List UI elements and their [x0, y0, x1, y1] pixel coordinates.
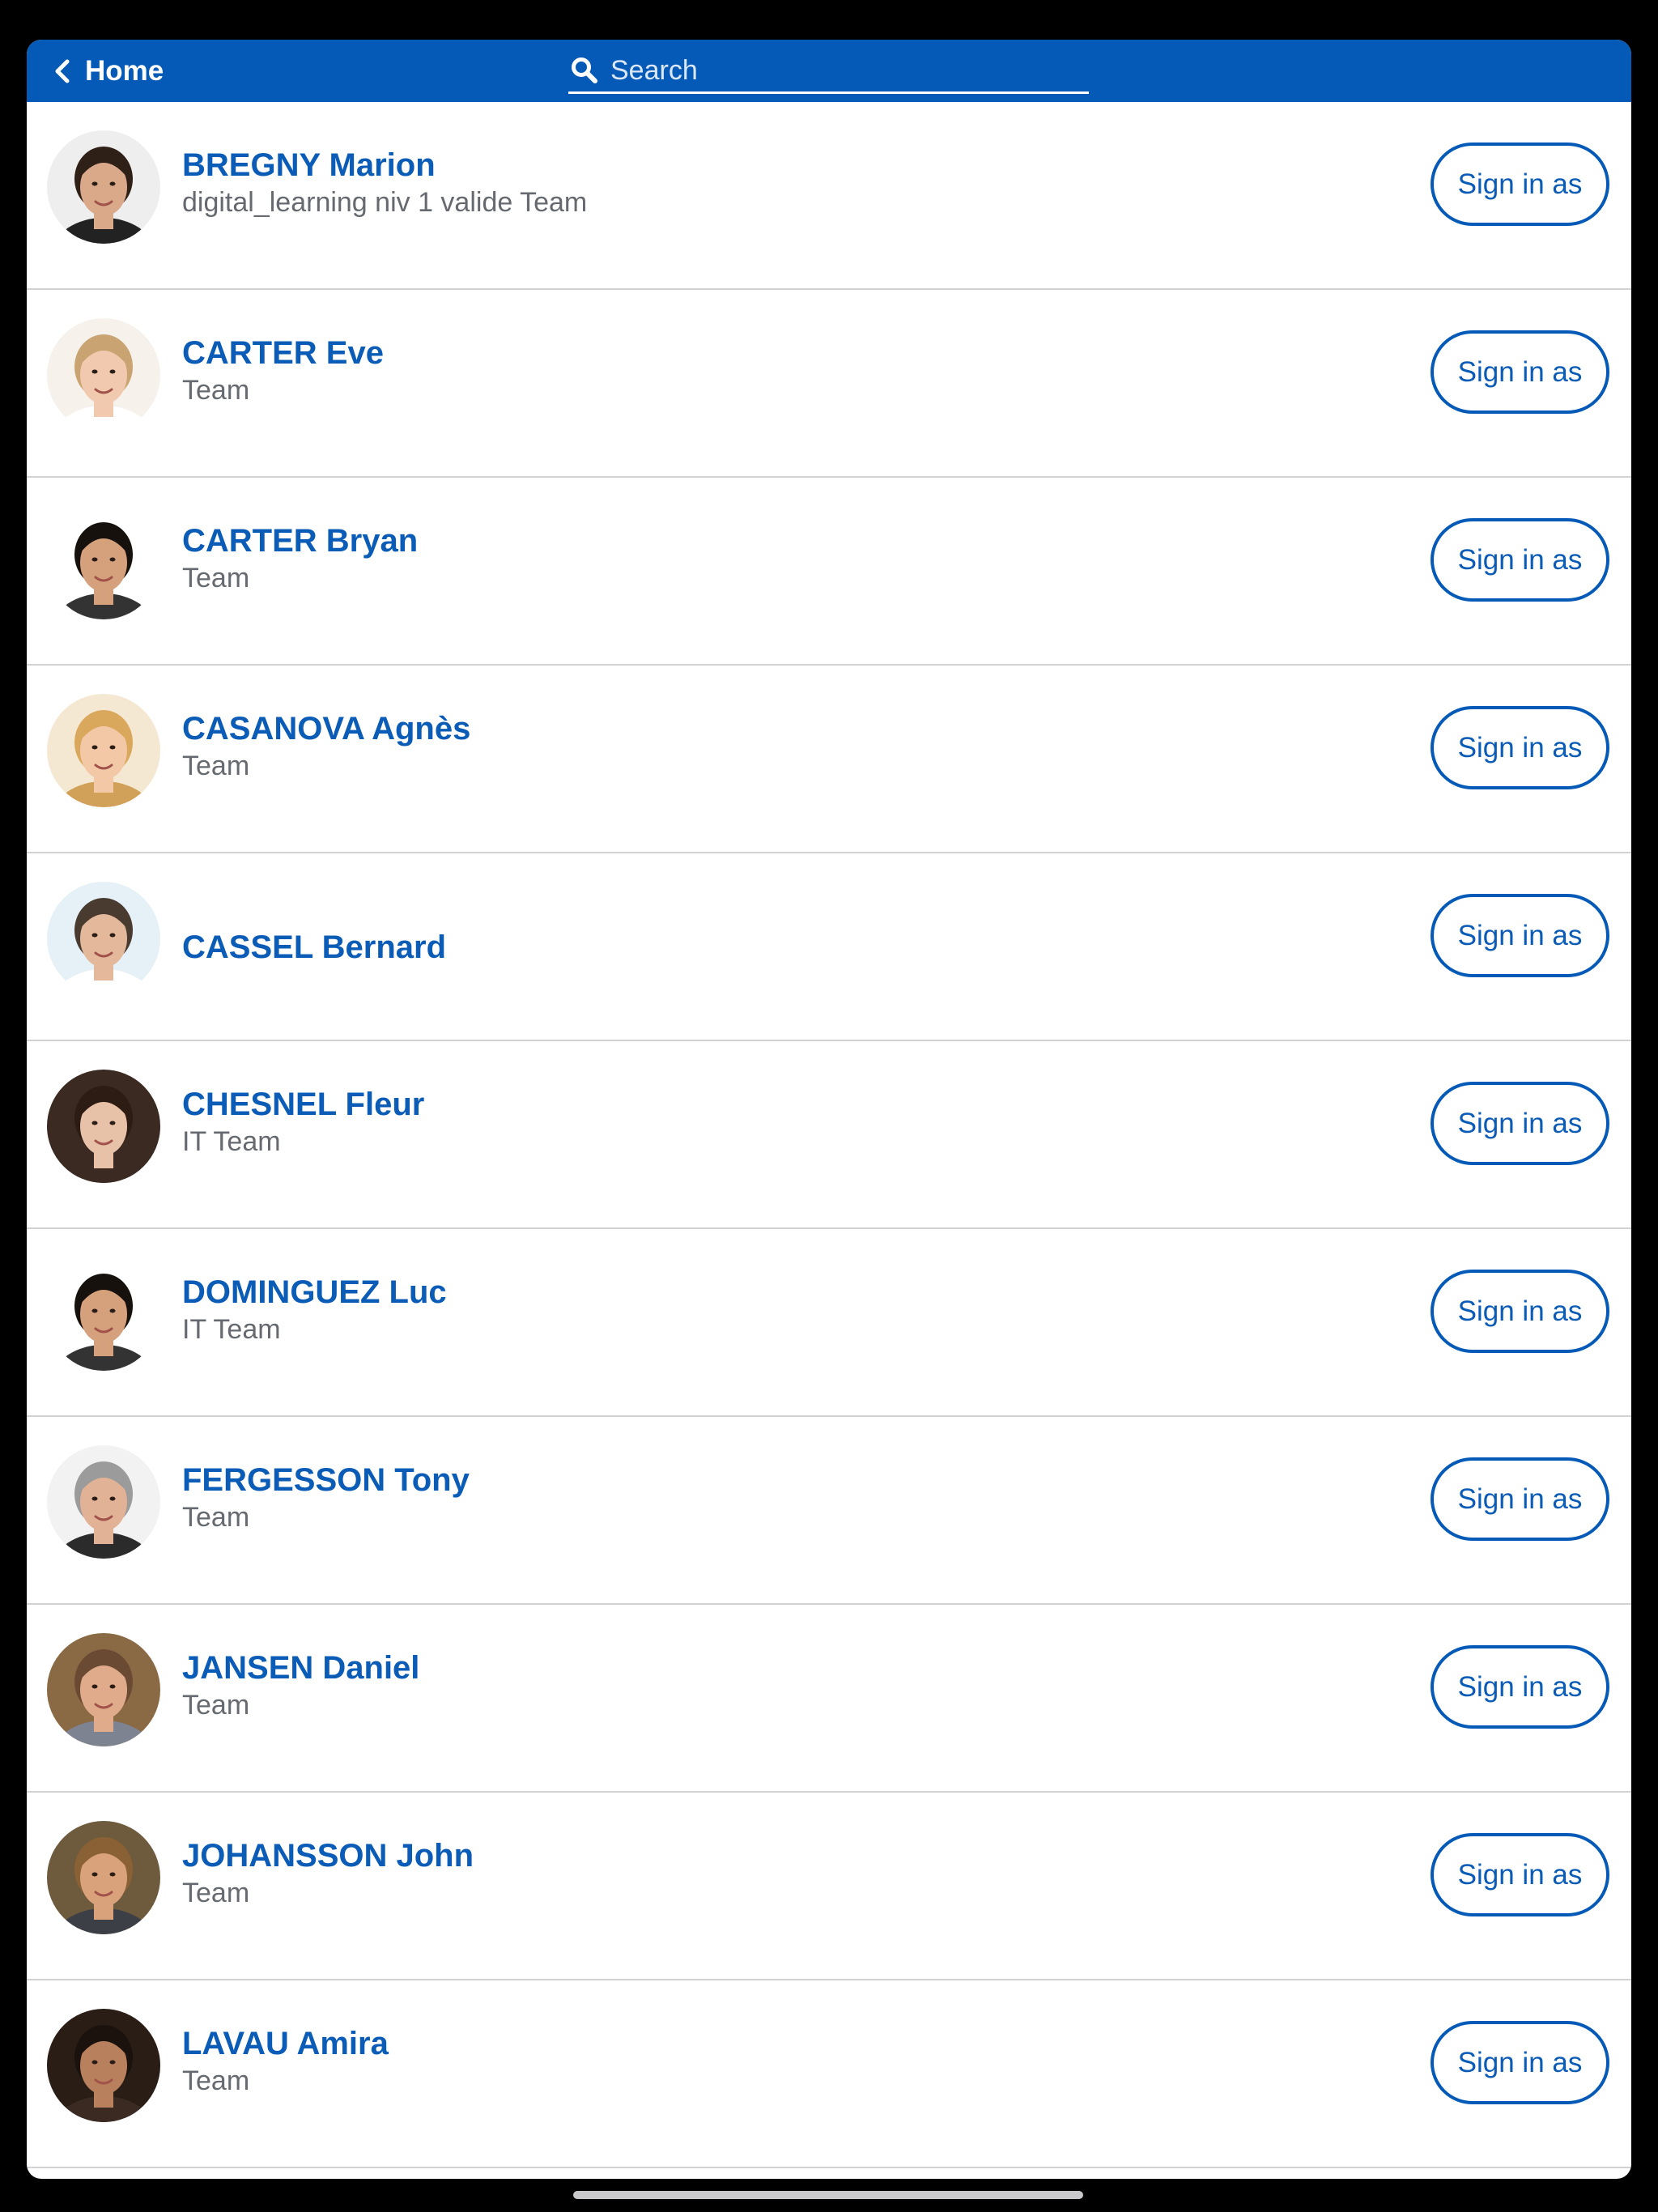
avatar [47, 130, 160, 244]
back-button-label: Home [85, 54, 164, 87]
user-info: BREGNY Marion digital_learning niv 1 vali… [182, 89, 587, 277]
app-screen: Home BREGNY Marion digital_learning niv 1… [27, 40, 1631, 2179]
avatar [47, 1257, 160, 1371]
user-row[interactable]: DOMINGUEZ Luc IT Team Sign in as [27, 1229, 1631, 1417]
user-name: LAVAU Amira [182, 2026, 389, 2061]
user-info: LAVAU Amira Team [182, 1967, 389, 2155]
avatar [47, 318, 160, 432]
user-info: JANSEN Daniel Team [182, 1592, 419, 1780]
avatar [47, 1070, 160, 1183]
user-info: JOHANSSON John Team [182, 1780, 474, 1967]
avatar [47, 694, 160, 807]
user-row[interactable]: CHESNEL Fleur IT Team Sign in as [27, 1041, 1631, 1229]
sign-in-as-button[interactable]: Sign in as [1431, 1270, 1609, 1353]
user-name: CHESNEL Fleur [182, 1087, 425, 1122]
sign-in-as-button[interactable]: Sign in as [1431, 1082, 1609, 1165]
user-info: CASSEL Bernard [182, 853, 446, 1041]
search-input[interactable] [610, 51, 1089, 90]
user-info: CASANOVA Agnès Team [182, 653, 470, 840]
user-row[interactable]: CARTER Bryan Team Sign in as [27, 478, 1631, 666]
user-team: IT Team [182, 1126, 281, 1157]
user-name: CASSEL Bernard [182, 929, 447, 965]
user-row[interactable]: CASSEL Bernard Sign in as [27, 853, 1631, 1041]
avatar [47, 1821, 160, 1934]
user-info: FERGESSON Tony Team [182, 1404, 470, 1592]
user-row[interactable]: BREGNY Marion digital_learning niv 1 vali… [27, 102, 1631, 290]
sign-in-as-button[interactable]: Sign in as [1431, 706, 1609, 789]
user-team: Team [182, 1502, 250, 1533]
avatar [47, 2009, 160, 2122]
sign-in-as-button[interactable]: Sign in as [1431, 330, 1609, 414]
user-team: digital_learning niv 1 valide Team [182, 187, 588, 218]
user-name: FERGESSON Tony [182, 1462, 470, 1498]
home-indicator [573, 2191, 1083, 2199]
user-team: Team [182, 375, 250, 406]
user-row[interactable]: LAVAU Amira Team Sign in as [27, 1980, 1631, 2168]
user-name: JOHANSSON John [182, 1838, 474, 1874]
user-name: CASANOVA Agnès [182, 711, 471, 747]
user-name: DOMINGUEZ Luc [182, 1274, 447, 1310]
user-info: CHESNEL Fleur IT Team [182, 1028, 424, 1216]
user-team: Team [182, 1878, 250, 1908]
avatar [47, 882, 160, 995]
user-team: Team [182, 2065, 250, 2096]
sign-in-as-button[interactable]: Sign in as [1431, 143, 1609, 226]
user-team: Team [182, 751, 250, 781]
sign-in-as-button[interactable]: Sign in as [1431, 2021, 1609, 2104]
user-name: CARTER Bryan [182, 523, 419, 559]
chevron-left-icon [53, 59, 74, 83]
sign-in-as-button[interactable]: Sign in as [1431, 1833, 1609, 1916]
user-info: CARTER Bryan Team [182, 465, 418, 653]
avatar [47, 1633, 160, 1746]
user-name: JANSEN Daniel [182, 1650, 420, 1686]
search-bar[interactable] [568, 49, 1089, 94]
back-button[interactable]: Home [53, 40, 164, 102]
avatar [47, 1445, 160, 1559]
avatar [47, 506, 160, 619]
user-row[interactable]: CARTER Eve Team Sign in as [27, 290, 1631, 478]
user-name: CARTER Eve [182, 335, 384, 371]
user-row[interactable]: FERGESSON Tony Team Sign in as [27, 1417, 1631, 1605]
user-name: BREGNY Marion [182, 147, 436, 183]
sign-in-as-button[interactable]: Sign in as [1431, 1457, 1609, 1541]
sign-in-as-button[interactable]: Sign in as [1431, 894, 1609, 977]
user-info: DOMINGUEZ Luc IT Team [182, 1216, 447, 1404]
sign-in-as-button[interactable]: Sign in as [1431, 518, 1609, 602]
user-list: BREGNY Marion digital_learning niv 1 vali… [27, 102, 1631, 2168]
user-team: Team [182, 563, 250, 593]
user-row[interactable]: JOHANSSON John Team Sign in as [27, 1793, 1631, 1980]
user-info: CARTER Eve Team [182, 277, 384, 465]
user-row[interactable]: JANSEN Daniel Team Sign in as [27, 1605, 1631, 1793]
user-row[interactable]: CASANOVA Agnès Team Sign in as [27, 666, 1631, 853]
user-team: Team [182, 1690, 250, 1721]
sign-in-as-button[interactable]: Sign in as [1431, 1645, 1609, 1729]
search-icon [570, 56, 599, 85]
user-team: IT Team [182, 1314, 281, 1345]
